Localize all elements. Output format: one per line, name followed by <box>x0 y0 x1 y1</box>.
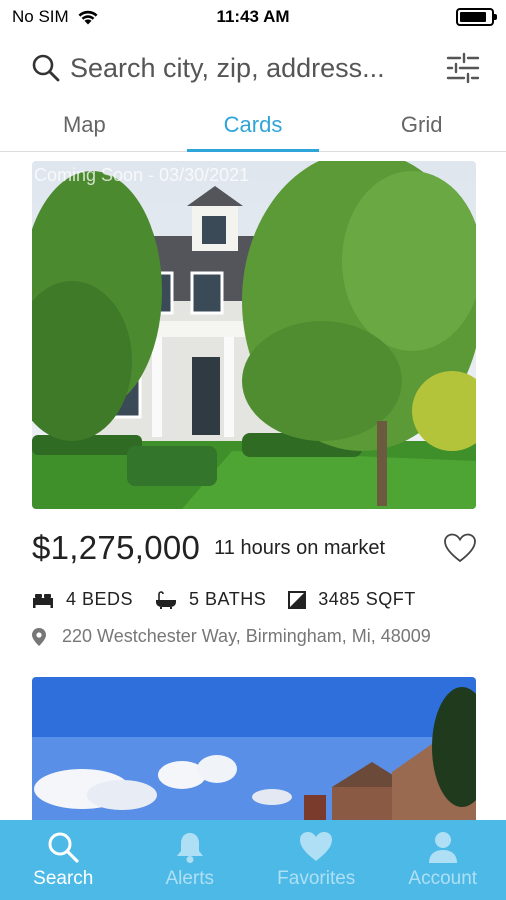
bathtub-icon <box>156 590 177 609</box>
house-photo-image <box>32 161 476 509</box>
photo-caption: Coming Soon - 03/30/2021 <box>34 165 250 185</box>
view-tabs: Map Cards Grid <box>0 100 506 152</box>
tab-cards[interactable]: Cards <box>169 100 338 152</box>
battery-icon <box>456 8 497 26</box>
person-icon <box>428 832 457 863</box>
address-row: 220 Westchester Way, Birmingham, Mi, 480… <box>32 626 476 647</box>
nav-favorites[interactable]: Favorites <box>253 820 380 900</box>
listing-card[interactable]: Coming Soon - 03/30/2021 $1,275,000 11 h… <box>32 161 476 647</box>
tab-map[interactable]: Map <box>0 100 169 151</box>
listing-photo[interactable] <box>32 677 476 827</box>
search-icon <box>48 832 79 863</box>
filter-sliders-icon[interactable] <box>446 51 480 85</box>
nav-search-label: Search <box>33 868 94 889</box>
nav-alerts[interactable]: Alerts <box>127 820 254 900</box>
listing-card[interactable] <box>32 677 476 827</box>
favorite-heart-icon[interactable] <box>444 533 476 563</box>
nav-search[interactable]: Search <box>0 820 127 900</box>
price-row: $1,275,000 11 hours on market <box>32 529 476 567</box>
beds-label: 4 BEDS <box>66 589 134 609</box>
battery-level <box>460 12 486 22</box>
status-left: No SIM <box>12 7 99 27</box>
baths-label: 5 BATHS <box>189 589 267 609</box>
sqft-fact: 3485 SQFT <box>288 589 416 610</box>
area-icon <box>288 590 307 609</box>
status-bar: No SIM 11:43 AM <box>0 0 506 34</box>
bottom-tab-bar: Search Alerts Favorites Account <box>0 820 506 900</box>
nav-account-label: Account <box>408 868 478 889</box>
time-on-market: 11 hours on market <box>214 536 386 559</box>
search-input[interactable] <box>70 52 436 84</box>
bed-icon <box>33 593 53 608</box>
heart-icon <box>300 832 333 861</box>
listing-price: $1,275,000 <box>32 529 201 566</box>
search-bar <box>0 40 506 96</box>
tab-grid[interactable]: Grid <box>337 100 506 151</box>
carrier-label: No SIM <box>12 7 69 26</box>
wifi-icon <box>78 10 98 25</box>
listing-facts: 4 BEDS 5 BATHS 3485 SQFT <box>32 589 476 610</box>
listing-address: 220 Westchester Way, Birmingham, Mi, 480… <box>62 626 431 646</box>
house-photo-image <box>32 677 476 827</box>
location-pin-icon <box>32 627 46 646</box>
beds-fact: 4 BEDS <box>32 589 133 610</box>
listing-photo[interactable]: Coming Soon - 03/30/2021 <box>32 161 476 509</box>
sqft-label: 3485 SQFT <box>318 589 416 609</box>
nav-account[interactable]: Account <box>380 820 506 900</box>
search-icon <box>32 54 60 82</box>
baths-fact: 5 BATHS <box>155 589 266 610</box>
bell-icon <box>176 833 203 863</box>
nav-favorites-label: Favorites <box>277 868 356 889</box>
nav-alerts-label: Alerts <box>165 868 215 889</box>
